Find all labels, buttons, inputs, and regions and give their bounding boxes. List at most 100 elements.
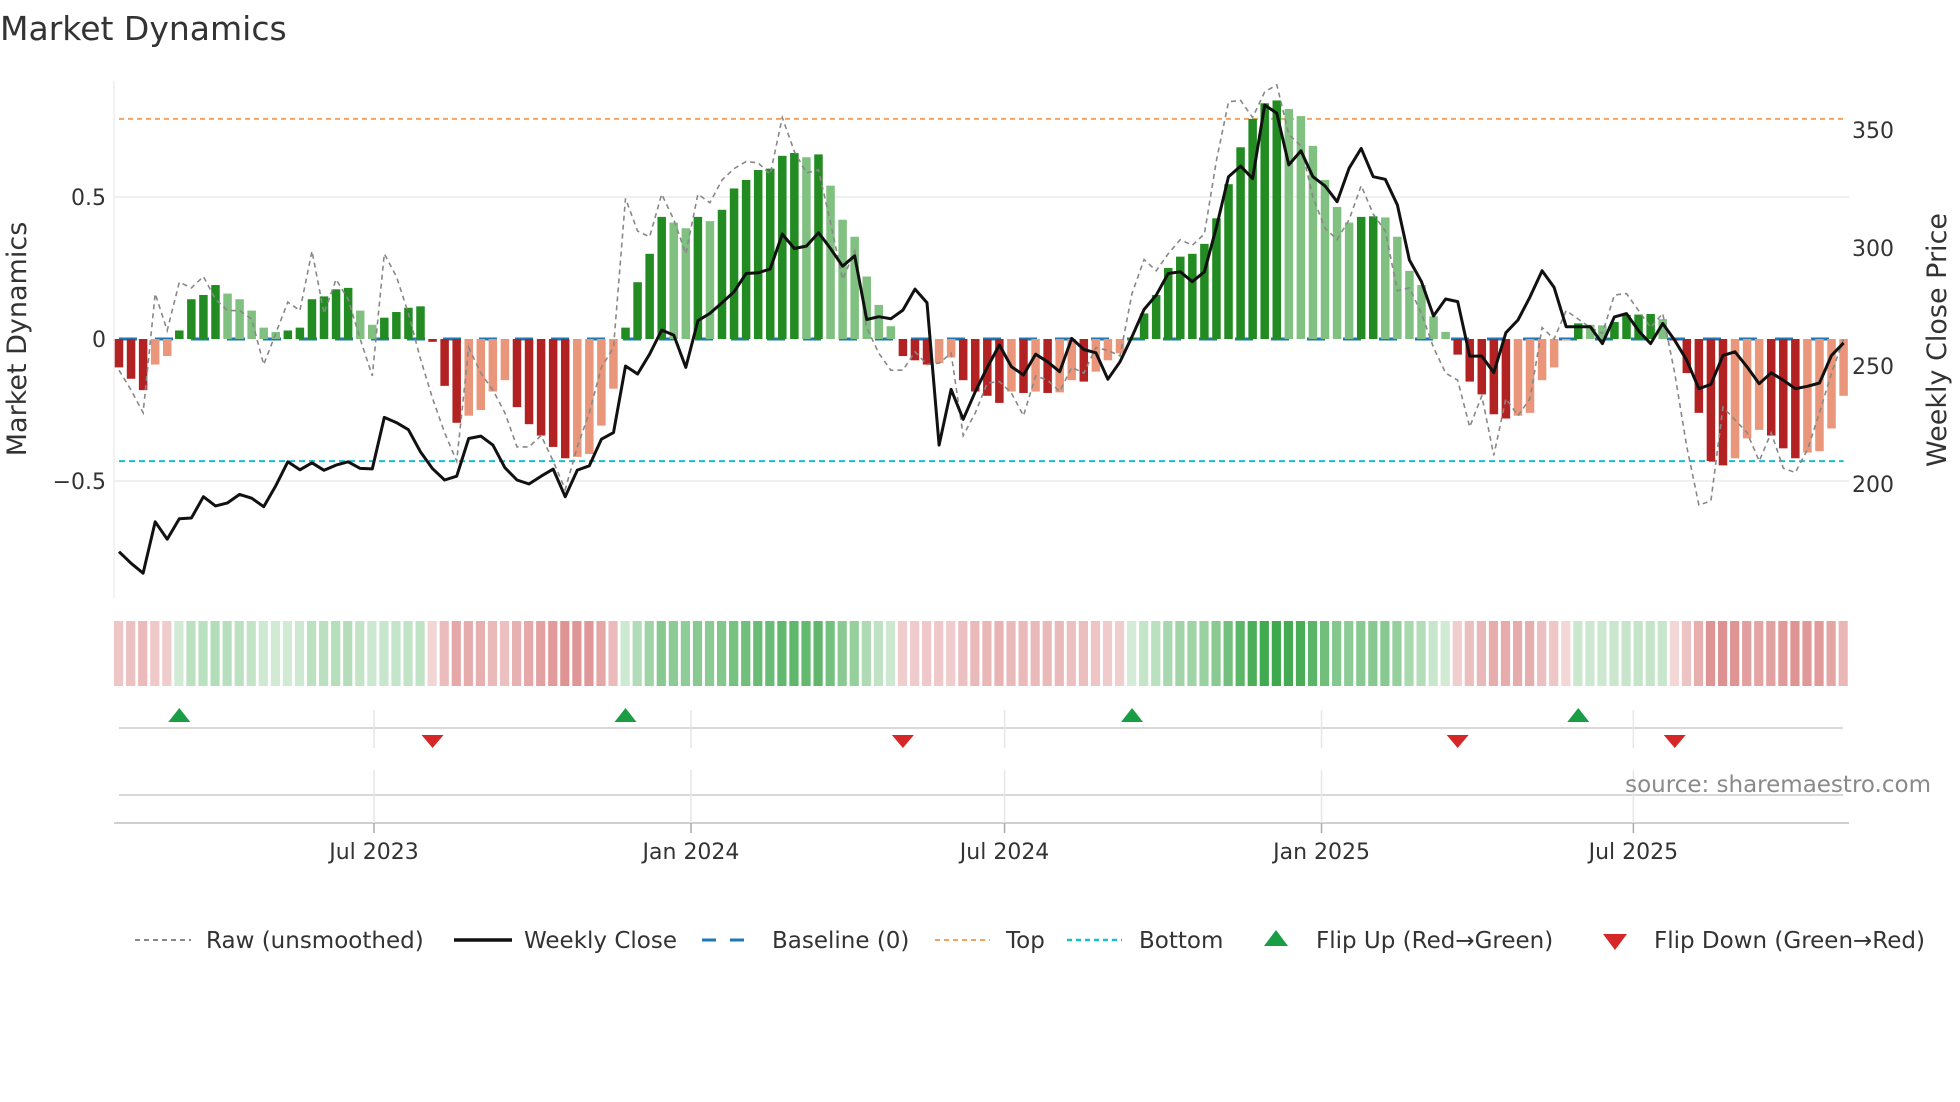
strip-cell bbox=[704, 621, 715, 686]
left-axis-ticks: 0.5 0 −0.5 bbox=[53, 186, 106, 495]
strip-cell bbox=[174, 621, 184, 686]
momentum-bar bbox=[657, 216, 666, 339]
strip-cell bbox=[150, 621, 160, 686]
momentum-bar bbox=[368, 324, 377, 339]
strip-cell bbox=[463, 621, 473, 686]
chart-title: Market Dynamics bbox=[0, 9, 287, 48]
momentum-bar bbox=[669, 222, 679, 339]
momentum-bar bbox=[114, 339, 124, 368]
momentum-bar bbox=[476, 339, 486, 410]
strip-cell bbox=[765, 621, 775, 686]
momentum-bar bbox=[1188, 253, 1197, 339]
strip-cell bbox=[1368, 621, 1378, 686]
momentum-bar bbox=[1549, 339, 1559, 368]
strip-cell bbox=[596, 621, 606, 686]
strip-cell bbox=[1464, 621, 1474, 686]
x-tick-label: Jul 2024 bbox=[958, 840, 1050, 865]
strip-cell bbox=[1488, 621, 1499, 686]
strip-cell bbox=[1283, 621, 1294, 686]
strip-cell bbox=[909, 621, 920, 686]
strip-cell bbox=[1175, 621, 1185, 686]
left-tick-label: 0.5 bbox=[71, 186, 106, 211]
strip-cell bbox=[849, 621, 859, 686]
strip-cell bbox=[1621, 621, 1631, 686]
legend-raw-label: Raw (unsmoothed) bbox=[206, 928, 424, 954]
strip-cell bbox=[801, 621, 811, 686]
strip-cell bbox=[1127, 621, 1137, 686]
momentum-bar bbox=[1393, 236, 1402, 339]
strip-cell bbox=[294, 621, 305, 686]
strip-cell bbox=[1561, 621, 1571, 686]
right-tick-label: 300 bbox=[1852, 237, 1894, 262]
strip-cell bbox=[1838, 621, 1848, 686]
strip-cell bbox=[1597, 621, 1607, 686]
momentum-bar bbox=[1489, 339, 1499, 415]
strip-cell bbox=[524, 621, 534, 686]
strip-cell bbox=[403, 621, 413, 686]
momentum-bar bbox=[645, 253, 654, 339]
strip-cell bbox=[1440, 621, 1450, 686]
momentum-bar bbox=[175, 330, 184, 339]
strip-cell bbox=[1295, 621, 1306, 686]
momentum-bar bbox=[1646, 314, 1655, 339]
momentum-bar bbox=[343, 287, 353, 339]
x-axis-ticks: Jul 2023 Jan 2024 Jul 2024 Jan 2025 Jul 2025 bbox=[327, 710, 1678, 865]
flip-up-marker-icon bbox=[1121, 708, 1144, 722]
smoothed-bars bbox=[114, 100, 1848, 466]
strip-cell bbox=[391, 621, 401, 686]
momentum-bar bbox=[681, 228, 691, 339]
strip-cell bbox=[355, 621, 365, 686]
strip-cell bbox=[560, 621, 570, 686]
momentum-bar bbox=[488, 339, 498, 392]
strip-cell bbox=[1102, 621, 1113, 686]
momentum-bar bbox=[331, 289, 341, 339]
flip-down-marker-icon bbox=[891, 735, 914, 748]
momentum-bar bbox=[1815, 339, 1824, 452]
momentum-bar bbox=[1405, 270, 1414, 339]
momentum-bar bbox=[162, 339, 172, 357]
strip-cell bbox=[934, 621, 944, 686]
strip-cell bbox=[861, 621, 871, 686]
momentum-bar bbox=[585, 339, 594, 455]
momentum-bar bbox=[1453, 339, 1462, 355]
strip-cell bbox=[282, 621, 293, 686]
strip-cell bbox=[753, 621, 763, 686]
momentum-bar bbox=[1151, 294, 1161, 339]
flip-down-marker-icon bbox=[421, 735, 444, 748]
strip-cell bbox=[1512, 621, 1523, 686]
strip-cell bbox=[1585, 621, 1595, 686]
momentum-bar bbox=[1791, 339, 1800, 459]
strip-cell bbox=[1030, 621, 1040, 686]
strip-cell bbox=[1018, 621, 1028, 686]
strip-cell bbox=[186, 621, 196, 686]
regime-heat-strip bbox=[114, 621, 1848, 686]
momentum-bar bbox=[1803, 339, 1812, 453]
strip-cell bbox=[1742, 621, 1752, 686]
strip-cell bbox=[1139, 621, 1149, 686]
strip-cell bbox=[1307, 621, 1318, 686]
strip-cell bbox=[717, 621, 727, 686]
strip-cell bbox=[729, 621, 739, 686]
strip-cell bbox=[584, 621, 594, 686]
strip-cell bbox=[1380, 621, 1390, 686]
strip-cell bbox=[511, 621, 522, 686]
momentum-bar bbox=[560, 339, 570, 459]
strip-cell bbox=[1042, 621, 1052, 686]
momentum-bar bbox=[1525, 339, 1535, 413]
left-tick-label: −0.5 bbox=[53, 470, 106, 495]
strip-cell bbox=[246, 621, 256, 686]
momentum-bar bbox=[934, 339, 944, 364]
legend-close-label: Weekly Close bbox=[524, 928, 677, 954]
strip-cell bbox=[1090, 621, 1101, 686]
strip-cell bbox=[1645, 621, 1655, 686]
strip-cell bbox=[536, 621, 546, 686]
momentum-bar bbox=[500, 339, 510, 381]
momentum-bar bbox=[1381, 217, 1390, 339]
momentum-bar bbox=[958, 339, 968, 381]
level-lines bbox=[119, 117, 1844, 463]
strip-cell bbox=[1416, 621, 1426, 686]
momentum-bar bbox=[753, 170, 763, 339]
momentum-bar bbox=[512, 339, 522, 408]
left-axis-label: Market Dynamics bbox=[2, 222, 33, 457]
momentum-bar bbox=[1501, 339, 1511, 419]
